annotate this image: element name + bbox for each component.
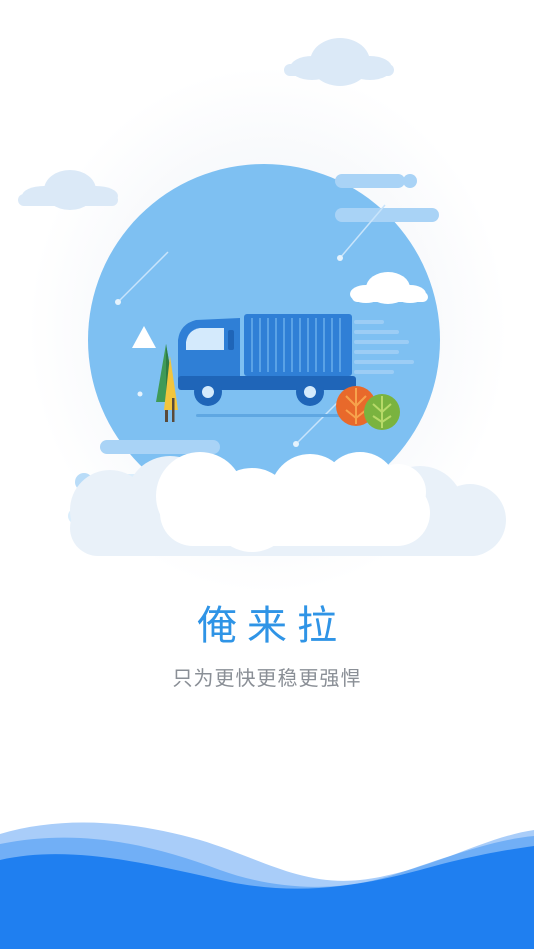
bottom-wave: [0, 822, 534, 949]
splash-screen: 俺来拉 只为更快更稳更强悍: [0, 0, 534, 949]
cloud-icon: [18, 170, 118, 210]
app-slogan: 只为更快更稳更强悍: [172, 666, 362, 690]
app-name: 俺来拉: [197, 603, 347, 649]
cloud-icon: [284, 38, 394, 86]
cloud-icon: [70, 452, 506, 556]
splash-illustration: [18, 38, 506, 556]
